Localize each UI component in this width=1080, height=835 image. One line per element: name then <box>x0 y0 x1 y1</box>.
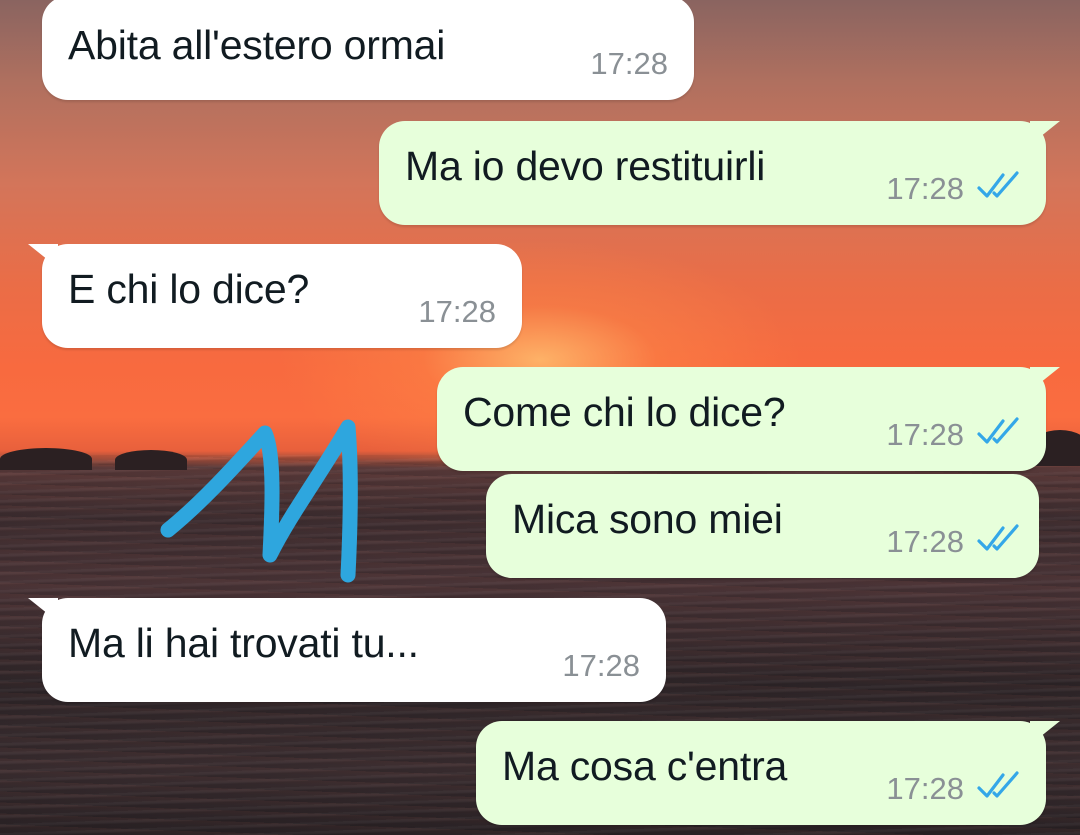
message-text: Abita all'estero ormai <box>68 22 446 68</box>
message-timestamp: 17:28 <box>886 771 964 806</box>
message-bubble-outgoing[interactable]: Mica sono miei 17:28 <box>486 474 1039 578</box>
message-timestamp: 17:28 <box>418 294 496 329</box>
read-ticks-icon <box>977 171 1019 198</box>
wallpaper-island-left <box>0 448 92 470</box>
message-text: Mica sono miei <box>512 496 783 542</box>
message-text: Ma io devo restituirli <box>405 143 766 189</box>
message-timestamp: 17:28 <box>562 648 640 683</box>
message-bubble-outgoing[interactable]: Ma cosa c'entra 17:28 <box>476 721 1060 825</box>
message-bubble-incoming[interactable]: Ma li hai trovati tu... 17:28 <box>28 598 666 702</box>
read-ticks-icon <box>977 417 1019 444</box>
message-text: E chi lo dice? <box>68 266 310 312</box>
read-ticks-icon <box>977 524 1019 551</box>
hand-drawn-annotation <box>160 419 358 583</box>
message-text: Come chi lo dice? <box>463 389 786 435</box>
message-text: Ma cosa c'entra <box>502 743 788 789</box>
message-bubble-outgoing[interactable]: Come chi lo dice? 17:28 <box>437 367 1060 471</box>
message-bubble-outgoing[interactable]: Ma io devo restituirli 17:28 <box>379 121 1060 225</box>
read-ticks-icon <box>977 771 1019 798</box>
message-bubble-incoming[interactable]: Abita all'estero ormai 17:28 <box>42 0 694 100</box>
message-timestamp: 17:28 <box>886 417 964 452</box>
message-bubble-incoming[interactable]: E chi lo dice? 17:28 <box>28 244 522 348</box>
message-text: Ma li hai trovati tu... <box>68 620 419 666</box>
message-timestamp: 17:28 <box>886 171 964 206</box>
message-timestamp: 17:28 <box>886 524 964 559</box>
message-timestamp: 17:28 <box>590 46 668 81</box>
